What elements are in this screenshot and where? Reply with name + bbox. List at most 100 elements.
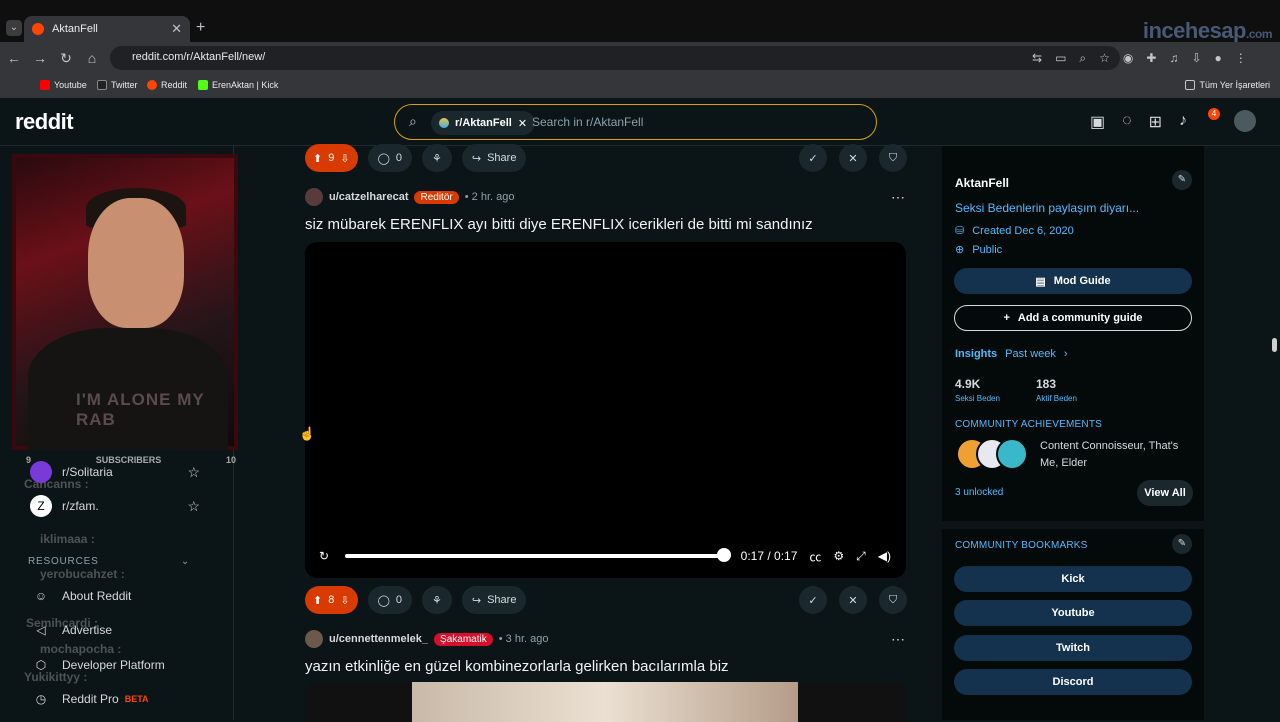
community-solitaria[interactable]: r/Solitaria ☆ [30, 461, 200, 483]
view-all-button[interactable]: View All [1137, 480, 1193, 506]
browser-tab[interactable]: AktanFell ✕ [24, 16, 190, 42]
favorite-star-icon[interactable]: ☆ [187, 464, 200, 481]
close-tab-icon[interactable]: ✕ [171, 21, 182, 37]
remove-x-icon[interactable]: ✕ [839, 144, 867, 172]
upvote-icon[interactable]: ⬆ [313, 152, 322, 165]
subreddit-search-chip[interactable]: r/AktanFell ✕ [431, 111, 536, 135]
approve-check-icon[interactable]: ✓ [799, 586, 827, 614]
nav-advertise[interactable]: ◁ Advertise [30, 619, 200, 641]
achievements-heading: COMMUNITY ACHIEVEMENTS [955, 419, 1103, 430]
video-player[interactable]: ↻ 0:17 / 0:17 ㏄ ⚙ ⤢ ◀) [305, 242, 906, 578]
cast-icon[interactable]: ▭ [1055, 51, 1066, 66]
bookmark-twitch-button[interactable]: Twitch [954, 635, 1192, 661]
extension-audio-icon[interactable]: ◉ [1123, 51, 1133, 66]
post-title[interactable]: siz mübarek ERENFLIX ayı bitti diye EREN… [305, 216, 813, 233]
user-flair: Şakamatik [434, 632, 493, 646]
comments-button[interactable]: ◯ 0 [367, 586, 412, 614]
share-icon: ↪ [471, 594, 482, 607]
replay-icon[interactable]: ↻ [319, 549, 329, 563]
advertise-icon[interactable]: ▣ [1090, 112, 1105, 132]
more-options-icon[interactable]: ⋯ [891, 189, 905, 206]
mod-guide-button[interactable]: ▤ Mod Guide [954, 268, 1192, 294]
post-media[interactable] [305, 682, 906, 722]
bookmark-reddit[interactable]: Reddit [147, 80, 187, 90]
bookmark-youtube-button[interactable]: Youtube [954, 600, 1192, 626]
translate-icon[interactable]: ⇆ [1032, 51, 1042, 66]
search-bar[interactable]: ⌕ r/AktanFell ✕ Search in r/AktanFell [394, 104, 877, 140]
search-input[interactable]: Search in r/AktanFell [532, 115, 643, 129]
new-tab-icon[interactable]: + [196, 19, 205, 37]
downloads-icon[interactable]: ⇩ [1191, 51, 1201, 66]
downvote-icon[interactable]: ⇩ [340, 594, 349, 607]
bookmark-kick[interactable]: ErenAktan | Kick [198, 80, 278, 90]
remove-x-icon[interactable]: ✕ [839, 586, 867, 614]
mouse-cursor-icon: ☝ [299, 426, 316, 441]
resources-section-header[interactable]: RESOURCES ⌄ [28, 556, 190, 567]
award-icon: ⚘ [432, 594, 442, 607]
author-name[interactable]: u/cennettenmelek_ [329, 633, 428, 645]
create-post-icon[interactable]: ⊞ [1149, 112, 1162, 132]
bookmark-kick-button[interactable]: Kick [954, 566, 1192, 592]
scrollbar-thumb[interactable] [1272, 338, 1277, 352]
upvote-icon[interactable]: ⬆ [313, 594, 322, 607]
mod-shield-icon[interactable]: ⛉ [879, 586, 907, 614]
award-button[interactable]: ⚘ [422, 586, 452, 614]
bookmark-star-icon[interactable]: ☆ [1099, 51, 1110, 66]
volume-icon[interactable]: ◀) [878, 549, 891, 563]
post-image [412, 682, 798, 722]
comments-button[interactable]: ◯ 0 [367, 144, 412, 172]
user-avatar[interactable] [1234, 110, 1256, 132]
more-options-icon[interactable]: ⋯ [891, 631, 905, 648]
nav-developer-platform[interactable]: ⬡ Developer Platform [30, 654, 200, 676]
bookmark-youtube[interactable]: Youtube [40, 80, 87, 90]
nav-about-reddit[interactable]: ☺ About Reddit [30, 585, 200, 607]
progress-handle[interactable] [716, 548, 731, 562]
author-avatar[interactable] [305, 188, 323, 206]
url-field[interactable]: reddit.com/r/AktanFell/new/ [110, 46, 1120, 70]
edit-pencil-icon[interactable]: ✎ [1172, 170, 1192, 190]
nav-reddit-pro[interactable]: ◷ Reddit Pro BETA [30, 688, 200, 710]
tab-search-icon[interactable]: ⌄ [6, 20, 22, 36]
forward-icon[interactable]: → [28, 50, 52, 66]
home-icon[interactable]: ⌂ [80, 50, 104, 66]
author-name[interactable]: u/catzelharecat [329, 191, 408, 203]
approve-check-icon[interactable]: ✓ [799, 144, 827, 172]
zoom-icon[interactable]: ⌕ [1079, 51, 1086, 66]
reload-icon[interactable]: ↻ [54, 50, 78, 67]
downvote-icon[interactable]: ⇩ [340, 152, 349, 165]
author-avatar[interactable] [305, 630, 323, 648]
insights-header[interactable]: Insights Past week › [955, 348, 1068, 360]
captions-icon[interactable]: ㏄ [809, 548, 821, 565]
browser-menu-icon[interactable]: ⋮ [1235, 51, 1247, 66]
beta-badge: BETA [124, 694, 149, 704]
post-title[interactable]: yazın etkinliğe en güzel kombinezorlarla… [305, 658, 729, 675]
header-actions: ▣ ◌ ⊞ ♪ [1090, 112, 1187, 132]
all-bookmarks[interactable]: Tüm Yer İşaretleri [1185, 80, 1270, 90]
back-icon[interactable]: ← [2, 50, 26, 66]
media-icon[interactable]: ♫ [1169, 51, 1178, 66]
unlocked-count: 3 unlocked [955, 487, 1004, 498]
extensions-icon[interactable]: ✚ [1146, 51, 1156, 66]
share-button[interactable]: ↪ Share [461, 586, 527, 614]
reddit-logo[interactable]: reddit [15, 109, 74, 135]
video-progress-bar[interactable] [345, 548, 731, 562]
edit-pencil-icon[interactable]: ✎ [1172, 534, 1192, 554]
chat-icon[interactable]: ◌ [1122, 112, 1132, 132]
page-scrollbar[interactable] [1268, 146, 1280, 720]
post-meta: u/catzelharecat Reditör • 2 hr. ago ⋯ [305, 188, 905, 206]
community-sidebar: AktanFell ✎ Seksi Bedenlerin paylaşım di… [942, 146, 1204, 720]
bookmark-discord-button[interactable]: Discord [954, 669, 1192, 695]
remove-chip-icon[interactable]: ✕ [518, 117, 527, 130]
favorite-star-icon[interactable]: ☆ [187, 498, 200, 515]
community-zfam[interactable]: Z r/zfam. ☆ [30, 495, 200, 517]
share-button[interactable]: ↪ Share [461, 144, 527, 172]
browser-tab-strip: ⌄ AktanFell ✕ + incehesap.com [0, 0, 1280, 43]
mod-shield-icon[interactable]: ⛉ [879, 144, 907, 172]
fullscreen-icon[interactable]: ⤢ [856, 549, 866, 564]
settings-gear-icon[interactable]: ⚙ [833, 549, 844, 563]
bookmark-twitter[interactable]: Twitter [97, 80, 138, 90]
award-button[interactable]: ⚘ [422, 144, 452, 172]
profile-icon[interactable]: ● [1215, 51, 1222, 66]
add-guide-button[interactable]: + Add a community guide [954, 305, 1192, 331]
notification-bell-icon[interactable]: ♪ [1179, 112, 1187, 132]
